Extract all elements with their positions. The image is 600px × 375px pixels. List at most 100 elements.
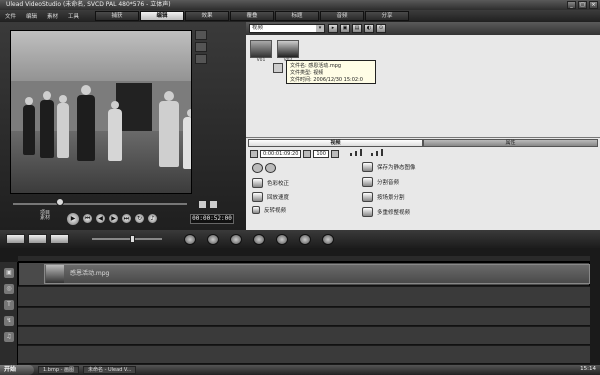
step-edit[interactable]: 编辑 xyxy=(140,11,184,21)
fade-in-icon[interactable] xyxy=(350,153,352,156)
toolbar-icons xyxy=(184,234,334,245)
voice-track[interactable] xyxy=(18,327,590,345)
preview-size-button[interactable] xyxy=(195,42,207,52)
taskbar-item[interactable]: 未命名 - Ulead V... xyxy=(82,366,137,374)
library-manager-icon[interactable]: ◐ xyxy=(364,24,374,33)
option-item[interactable]: 反转视频 xyxy=(252,206,289,214)
clip-thumbnail xyxy=(46,265,64,283)
batch-convert-icon[interactable] xyxy=(299,234,311,245)
mark-out-button[interactable] xyxy=(209,200,218,209)
step-share[interactable]: 分享 xyxy=(365,11,409,21)
music-track[interactable] xyxy=(18,346,590,364)
options-left: 色彩校正 回放速度 反转视频 xyxy=(252,178,289,214)
file-info-tooltip: 文件名: 感恩活动.mpg 文件类型: 视频 文件时间: 2006/12/30 … xyxy=(273,60,376,84)
timecode-display[interactable]: 00:00:52:00 xyxy=(190,214,234,224)
title-track[interactable] xyxy=(18,308,590,326)
previous-frame-button[interactable]: ◀ xyxy=(95,213,106,224)
mark-in-button[interactable] xyxy=(198,200,207,209)
view-thumbnails-icon[interactable]: ▣ xyxy=(340,24,350,33)
library-category-select[interactable]: 视频 ▾ xyxy=(249,24,325,33)
option-item[interactable]: 分割音频 xyxy=(362,177,416,187)
scrub-bar[interactable] xyxy=(12,202,188,206)
title-track-icon[interactable]: T xyxy=(4,300,14,310)
option-item[interactable]: 多重修整视频 xyxy=(362,207,416,217)
add-media-icon[interactable]: ▸ xyxy=(328,24,338,33)
start-button[interactable]: 开始 xyxy=(0,365,34,375)
zoom-slider[interactable] xyxy=(92,238,162,240)
duration-field[interactable]: 0:00:01:09:20 xyxy=(260,150,302,158)
options-right: 保存为静态图像 分割音频 按场景分割 多重修整视频 xyxy=(362,162,416,217)
maximize-button[interactable]: □ xyxy=(578,1,587,9)
library-item[interactable]: V01 xyxy=(250,40,272,63)
split-audio-icon xyxy=(362,177,373,187)
rotate-left-icon[interactable] xyxy=(252,163,263,173)
timeline-view-button[interactable] xyxy=(28,234,47,244)
repeat-button[interactable]: ↻ xyxy=(134,213,145,224)
fade-icons xyxy=(350,149,383,156)
step-audio[interactable]: 音频 xyxy=(320,11,364,21)
fade-out-icon[interactable] xyxy=(371,153,373,156)
step-title[interactable]: 标题 xyxy=(275,11,319,21)
insert-media-icon[interactable] xyxy=(184,234,196,245)
preferences-button[interactable] xyxy=(195,54,207,64)
tab-video[interactable]: 视频 xyxy=(248,139,423,147)
option-item[interactable]: 回放速度 xyxy=(252,192,289,202)
end-button[interactable]: ⏭ xyxy=(121,213,132,224)
duration-row: 0:00:01:09:20 100 xyxy=(250,150,339,158)
taskbar-item[interactable]: 1.bmp - 画图 xyxy=(38,366,79,374)
system-volume-button[interactable]: ♪ xyxy=(147,213,158,224)
mute-button[interactable] xyxy=(330,150,339,158)
tooltip-filedate: 文件时间: 2006/12/30 15:02:0 xyxy=(290,77,363,83)
multi-trim-icon xyxy=(362,207,373,217)
zoom-handle[interactable] xyxy=(130,235,135,243)
voice-track-icon[interactable]: ↯ xyxy=(4,316,14,326)
step-effect[interactable]: 效果 xyxy=(185,11,229,21)
video-clip[interactable] xyxy=(44,264,590,284)
menu-file[interactable]: 文件 xyxy=(0,12,21,20)
play-button[interactable]: ▶ xyxy=(66,212,80,226)
scrub-handle[interactable] xyxy=(56,198,64,206)
step-overlay[interactable]: 覆叠 xyxy=(230,11,274,21)
menu-edit[interactable]: 编辑 xyxy=(21,12,42,20)
clip-label: 感恩活动.mpg xyxy=(70,270,110,277)
video-track-icon[interactable]: ▣ xyxy=(4,268,14,278)
tooltip-filename: 文件名: 感恩活动.mpg xyxy=(290,63,342,69)
next-frame-button[interactable]: ▶ xyxy=(108,213,119,224)
tab-attributes[interactable]: 属性 xyxy=(423,139,598,147)
music-track-icon[interactable]: ♫ xyxy=(4,332,14,342)
menu-tools[interactable]: 工具 xyxy=(63,12,84,20)
overlay-track-icon[interactable]: ◎ xyxy=(4,284,14,294)
transport-controls: ▶ ⏮ ◀ ▶ ⏭ ↻ ♪ xyxy=(66,212,158,226)
minimize-button[interactable]: _ xyxy=(567,1,576,9)
redo-icon[interactable] xyxy=(230,234,242,245)
volume-field[interactable]: 100 xyxy=(313,150,329,158)
step-capture[interactable]: 捕获 xyxy=(95,11,139,21)
undo-icon[interactable] xyxy=(207,234,219,245)
split-scene-icon xyxy=(362,192,373,202)
menu-clip[interactable]: 素材 xyxy=(42,12,63,20)
taskbar: 开始 1.bmp - 画图 未命名 - Ulead V... 15:14 xyxy=(0,365,600,375)
option-item[interactable]: 色彩校正 xyxy=(252,178,289,188)
snapshot-button[interactable] xyxy=(195,30,207,40)
library-icons: ▸ ▣ ▤ ◐ ⊙ xyxy=(328,24,386,33)
clock: 15:14 xyxy=(580,366,596,372)
expand-icon[interactable]: ⊙ xyxy=(376,24,386,33)
overlay-track[interactable] xyxy=(18,287,590,307)
view-list-icon[interactable]: ▤ xyxy=(352,24,362,33)
smart-proxy-icon[interactable] xyxy=(253,234,265,245)
audio-view-button[interactable] xyxy=(50,234,69,244)
rotate-right-icon[interactable] xyxy=(265,163,276,173)
trim-buttons xyxy=(198,200,218,209)
track-manager-icon[interactable] xyxy=(322,234,334,245)
track-icons: ▣ ◎ T ↯ ♫ xyxy=(0,262,18,365)
home-button[interactable]: ⏮ xyxy=(82,213,93,224)
speaker-icon[interactable] xyxy=(303,150,312,158)
option-item[interactable]: 按场景分割 xyxy=(362,192,416,202)
option-item[interactable]: 保存为静态图像 xyxy=(362,162,416,172)
clip-mode-label[interactable]: 素材 xyxy=(40,216,50,221)
save-still-icon xyxy=(362,162,373,172)
rotate-buttons xyxy=(252,163,276,173)
storyboard-view-button[interactable] xyxy=(6,234,25,244)
close-button[interactable]: × xyxy=(589,1,598,9)
smart-render-icon[interactable] xyxy=(276,234,288,245)
